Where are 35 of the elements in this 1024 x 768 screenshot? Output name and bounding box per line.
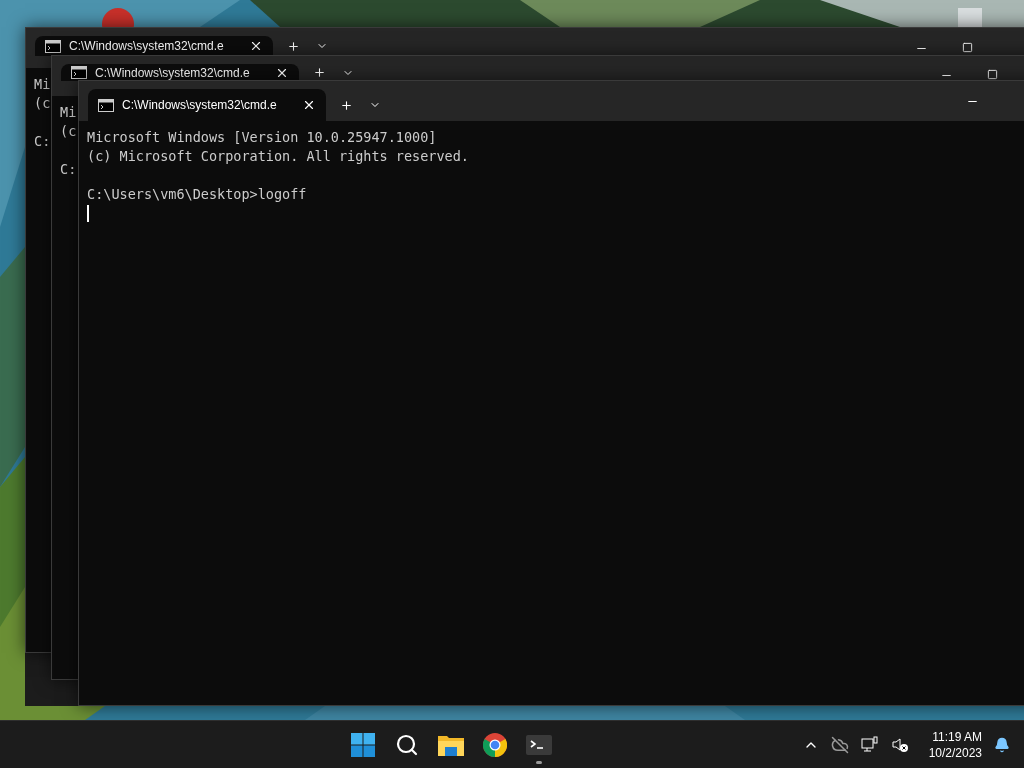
- windows-logo-icon: [351, 732, 376, 757]
- new-tab-button[interactable]: [313, 66, 326, 79]
- clock-time: 11:19 AM: [932, 728, 982, 745]
- console-line: C:: [34, 132, 51, 151]
- tab[interactable]: C:\Windows\system32\cmd.e: [35, 36, 273, 56]
- console-icon: [45, 39, 61, 53]
- browser-icon: [483, 732, 508, 757]
- console-line: C:: [60, 160, 77, 179]
- search-icon: [395, 732, 420, 757]
- clock-date: 10/2/2023: [928, 744, 982, 761]
- tab-title: C:\Windows\system32\cmd.e: [95, 65, 250, 80]
- notification-bell-icon[interactable]: [994, 736, 1010, 753]
- terminal-icon: [526, 734, 553, 755]
- console-line: (c: [34, 94, 51, 113]
- console-line: (c: [60, 122, 77, 141]
- close-tab-icon[interactable]: [302, 98, 316, 112]
- running-indicator: [536, 760, 543, 764]
- new-tab-button[interactable]: [340, 98, 353, 112]
- network-icon[interactable]: [860, 735, 879, 754]
- console-icon: [98, 98, 114, 112]
- maximize-button[interactable]: [961, 42, 973, 53]
- console-line: Microsoft Windows [Version 10.0.25947.1000]: [87, 128, 437, 147]
- cloud-off-icon[interactable]: [830, 735, 849, 754]
- muted-speaker-icon[interactable]: [890, 735, 909, 754]
- console-line: C:\Users\vm6\Desktop>logoff: [87, 185, 307, 204]
- tab-title: C:\Windows\system32\cmd.e: [69, 39, 224, 53]
- tab[interactable]: C:\Windows\system32\cmd.e: [88, 89, 326, 121]
- tab-title: C:\Windows\system32\cmd.e: [122, 98, 277, 112]
- console-line: (c) Microsoft Corporation. All rights reserved.: [87, 147, 469, 166]
- close-tab-icon[interactable]: [249, 39, 263, 53]
- console-line: Mi: [34, 75, 51, 94]
- maximize-button[interactable]: [986, 69, 998, 80]
- console-line: Mi: [60, 103, 77, 122]
- folder-icon: [438, 733, 465, 756]
- new-tab-button[interactable]: [287, 39, 300, 53]
